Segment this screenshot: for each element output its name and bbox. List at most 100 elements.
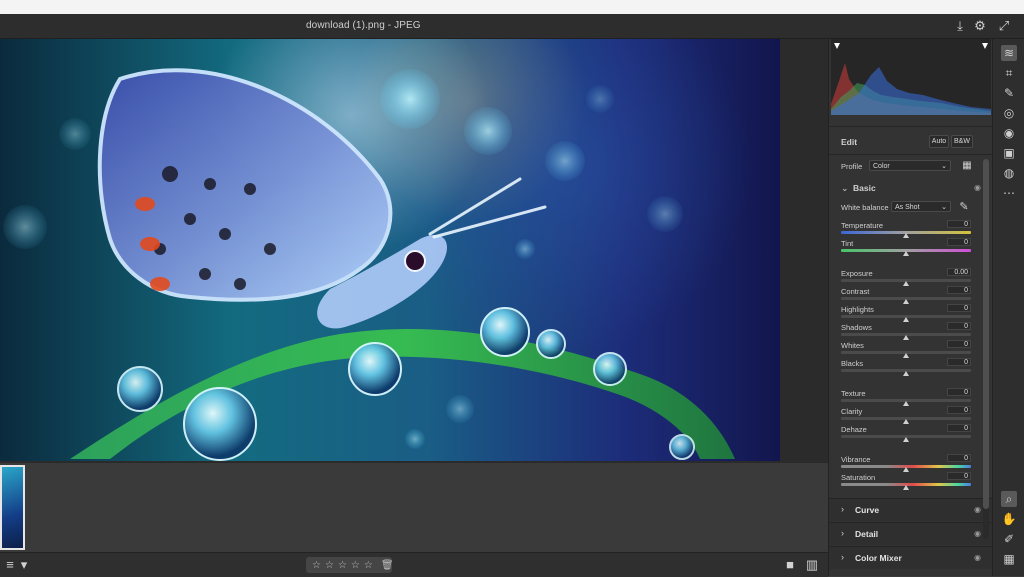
slider-label: Whites [841,341,864,350]
eye-icon[interactable]: ◉ [974,505,981,514]
title-separator: - [387,20,392,31]
star-icon[interactable]: ☆ [312,560,321,571]
slider-value[interactable]: 0.00 [947,268,971,276]
histogram [831,39,991,115]
bottom-toolbar: ≡ ▾ ☆ ☆ ☆ ☆ ☆ 🗑 ■ ▥ [0,552,828,577]
slider-value[interactable]: 0 [947,406,971,414]
slider-value[interactable]: 0 [947,358,971,366]
masking-icon[interactable]: ◎ [1001,105,1017,121]
scrollbar-thumb[interactable] [983,159,989,509]
edit-sliders-icon[interactable]: ≋ [1001,45,1017,61]
chevron-down-icon: ⌄ [941,163,947,170]
slider-label: Exposure [841,269,873,278]
filmstrip [0,462,828,553]
healing-brush-icon[interactable]: ✎ [1001,85,1017,101]
panel-divider [829,126,993,127]
presets-icon[interactable]: ◍ [1001,165,1017,181]
star-icon[interactable]: ☆ [325,560,334,571]
eye-icon[interactable]: ◉ [974,529,981,538]
filetype: JPEG [394,20,421,31]
slider-knob[interactable] [903,401,909,406]
profile-browser-icon[interactable]: ▦ [961,158,973,171]
chevron-down-icon[interactable]: ⌄ [841,183,849,194]
color-sampler-icon[interactable]: ✐ [1001,531,1017,547]
slider-label: Shadows [841,323,872,332]
slider-label: Contrast [841,287,870,296]
profile-select[interactable]: Color ⌄ [869,160,951,171]
slider-knob[interactable] [903,299,909,304]
tool-strip: ≋ ⌗ ✎ ◎ ◉ ▣ ◍ ⋯ ⌕ ✋ ✐ ▦ [992,39,1024,576]
panel-scrollbar[interactable] [983,159,989,539]
chevron-right-icon: › [841,504,844,514]
slider-value[interactable]: 0 [947,238,971,246]
filter-icon[interactable]: ▾ [16,557,32,573]
slider-knob[interactable] [903,233,909,238]
slider-knob[interactable] [903,437,909,442]
slider-knob[interactable] [903,251,909,256]
filmstrip-thumbnail[interactable] [0,465,25,550]
eye-icon[interactable]: ◉ [974,553,981,562]
eyedropper-icon[interactable]: ✎ [957,199,971,213]
slider-label: Saturation [841,473,876,482]
slider-value[interactable]: 0 [947,304,971,312]
slider-label: Dehaze [841,425,867,434]
slider-label: Highlights [841,305,874,314]
section-title: Detail [855,529,879,539]
hand-icon[interactable]: ✋ [1001,511,1017,527]
chevron-right-icon: › [841,528,844,538]
snapshots-icon[interactable]: ▣ [1001,145,1017,161]
slider-knob[interactable] [903,353,909,358]
single-view-icon[interactable]: ■ [782,557,798,573]
more-icon[interactable]: ⋯ [1001,185,1017,201]
slider-label: Tint [841,239,854,248]
detail-section[interactable]: › Detail ◉ [829,522,993,545]
slider-knob[interactable] [903,467,909,472]
slider-knob[interactable] [903,419,909,424]
white-balance-select[interactable]: As Shot ⌄ [891,201,951,212]
slider-value[interactable]: 0 [947,388,971,396]
gear-icon[interactable]: ⚙ [972,18,988,34]
star-icon[interactable]: ☆ [364,560,373,571]
eye-icon[interactable]: ◉ [974,183,981,192]
slider-knob[interactable] [903,281,909,286]
edit-panel: Edit Auto B&W Profile Color ⌄ ▦ ⌄ Basic … [828,39,993,576]
slider-value[interactable]: 0 [947,340,971,348]
star-rating[interactable]: ☆ ☆ ☆ ☆ ☆ 🗑 [306,557,394,573]
star-icon[interactable]: ☆ [338,560,347,571]
filename: download (1).png [306,20,385,31]
slider-value[interactable]: 0 [947,424,971,432]
bw-button[interactable]: B&W [951,135,973,148]
slider-value[interactable]: 0 [947,454,971,462]
color-mixer-section[interactable]: › Color Mixer ◉ [829,546,993,569]
slider-knob[interactable] [903,335,909,340]
slider-value[interactable]: 0 [947,286,971,294]
slider-value[interactable]: 0 [947,220,971,228]
title-bar: download (1).png - JPEG ⤓ ⚙ ⤢ [0,14,1024,39]
slider-label: Clarity [841,407,863,416]
slider-knob[interactable] [903,317,909,322]
auto-button[interactable]: Auto [929,135,949,148]
chevron-down-icon: ⌄ [941,204,947,211]
compare-view-icon[interactable]: ▥ [804,557,820,573]
slider-label: Blacks [841,359,864,368]
photo-preview [0,39,780,461]
crop-icon[interactable]: ⌗ [1001,65,1017,81]
image-canvas[interactable] [0,39,828,462]
grid-icon[interactable]: ▦ [1001,551,1017,567]
expand-icon[interactable]: ⤢ [996,18,1012,34]
slider-value[interactable]: 0 [947,472,971,480]
slider-knob[interactable] [903,371,909,376]
slider-knob[interactable] [903,485,909,490]
slider-label: Vibrance [841,455,871,464]
section-title: Color Mixer [855,553,902,563]
top-edge [0,0,1024,14]
slider-value[interactable]: 0 [947,322,971,330]
save-icon[interactable]: ⤓ [952,18,968,34]
red-eye-icon[interactable]: ◉ [1001,125,1017,141]
curve-section[interactable]: › Curve ◉ [829,498,993,521]
trash-icon[interactable]: 🗑 [381,560,394,571]
slider-label: Temperature [841,221,884,230]
zoom-icon[interactable]: ⌕ [1001,491,1017,507]
slider-label: Texture [841,389,866,398]
star-icon[interactable]: ☆ [351,560,360,571]
